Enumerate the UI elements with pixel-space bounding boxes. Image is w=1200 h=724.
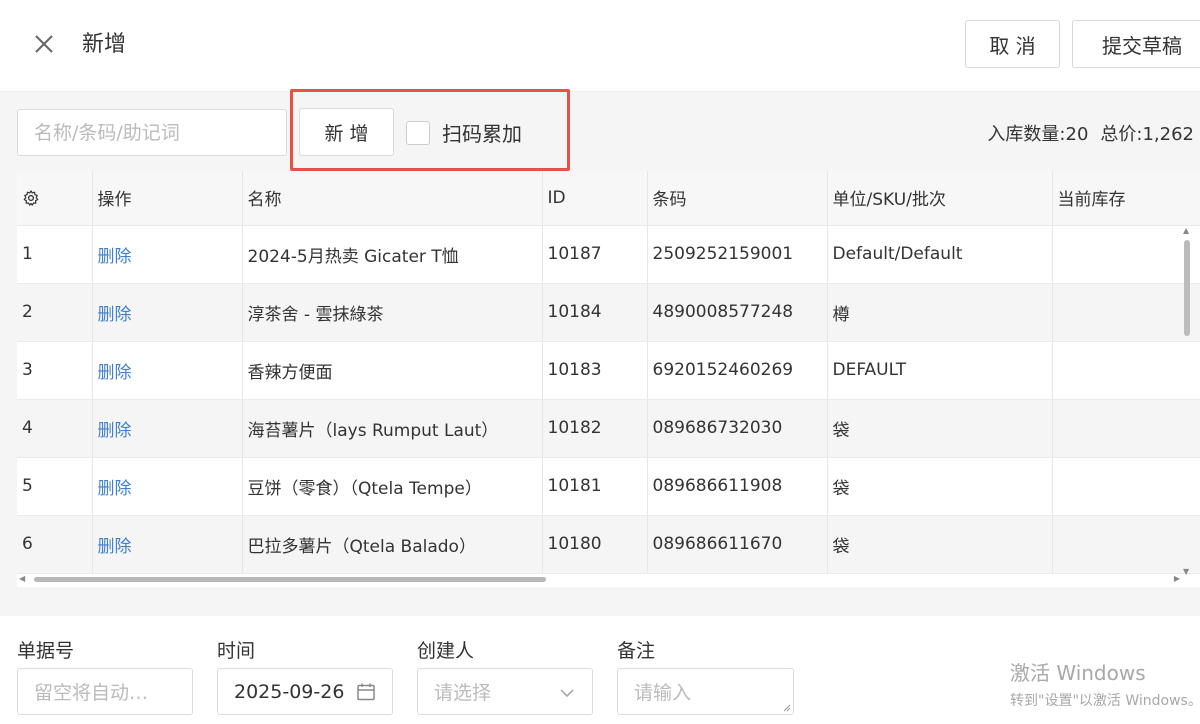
cancel-button[interactable]: 取 消: [965, 20, 1060, 68]
item-barcode: 089686732030: [647, 399, 828, 458]
column-settings[interactable]: [17, 171, 93, 226]
column-header-stock: 当前库存: [1052, 171, 1200, 226]
column-header-unit: 单位/SKU/批次: [827, 171, 1053, 226]
scroll-left-arrow-icon[interactable]: ◀: [19, 574, 25, 583]
item-unit: 袋: [827, 515, 1053, 574]
scan-accumulate-label: 扫码累加: [442, 122, 522, 146]
row-number: 3: [17, 341, 93, 400]
row-number: 1: [17, 225, 93, 284]
scroll-right-arrow-icon[interactable]: ▶: [1174, 574, 1180, 583]
row-number: 2: [17, 283, 93, 342]
time-label: 时间: [217, 640, 256, 662]
item-unit: 袋: [827, 457, 1053, 516]
column-header-operation: 操作: [92, 171, 243, 226]
table-row: 2 删除 淳茶舍 - 雲抹綠茶 10184 4890008577248 樽 1: [17, 283, 1200, 342]
scroll-down-arrow-icon[interactable]: ▼: [1183, 567, 1189, 576]
scan-accumulate-checkbox[interactable]: [406, 120, 430, 145]
item-barcode: 2509252159001: [647, 225, 828, 284]
items-table: 操作 名称 ID 条码 单位/SKU/批次 当前库存 1 删除 2024-5月热…: [17, 171, 1200, 587]
item-id: 10181: [542, 457, 648, 516]
item-barcode: 089686611670: [647, 515, 828, 574]
submit-draft-button[interactable]: 提交草稿: [1072, 20, 1200, 68]
item-stock: [1052, 399, 1200, 458]
item-id: 10182: [542, 399, 648, 458]
search-input[interactable]: [17, 109, 287, 156]
table-header-row: 操作 名称 ID 条码 单位/SKU/批次 当前库存: [17, 171, 1200, 226]
page-title: 新增: [82, 32, 127, 57]
doc-number-label: 单据号: [17, 640, 75, 662]
delete-link[interactable]: 删除: [92, 399, 243, 458]
gear-icon[interactable]: [22, 189, 40, 207]
delete-link[interactable]: 删除: [92, 341, 243, 400]
item-name: 海苔薯片（lays Rumput Laut）: [242, 399, 543, 458]
item-barcode: 4890008577248: [647, 283, 828, 342]
quantity-summary: 入库数量:20: [987, 124, 1089, 145]
note-label: 备注: [617, 640, 656, 662]
summary: 入库数量:20 总价:1,262: [987, 120, 1194, 146]
scan-accumulate-toggle[interactable]: 扫码累加: [406, 118, 522, 147]
creator-label: 创建人: [417, 640, 475, 662]
item-id: 10187: [542, 225, 648, 284]
table-row: 1 删除 2024-5月热卖 Gicater T恤 10187 25092521…: [17, 225, 1200, 284]
vertical-scroll-thumb[interactable]: [1184, 240, 1190, 336]
horizontal-scroll-thumb[interactable]: [34, 577, 546, 582]
resize-handle-icon[interactable]: [781, 702, 791, 712]
scroll-up-arrow-icon[interactable]: ▲: [1183, 226, 1189, 235]
note-placeholder: 请输入: [634, 682, 692, 704]
calendar-icon[interactable]: [356, 682, 376, 702]
close-icon[interactable]: [30, 30, 58, 58]
item-id: 10184: [542, 283, 648, 342]
row-number: 4: [17, 399, 93, 458]
date-field[interactable]: 2025-09-26: [217, 668, 393, 715]
table-row: 6 删除 巴拉多薯片（Qtela Balado） 10180 089686611…: [17, 515, 1200, 574]
item-id: 10180: [542, 515, 648, 574]
item-stock: [1052, 515, 1200, 574]
item-stock: 1: [1052, 283, 1200, 342]
total-price-summary: 总价:1,262: [1100, 124, 1194, 145]
item-name: 豆饼（零食）（Qtela Tempe）: [242, 457, 543, 516]
row-number: 5: [17, 457, 93, 516]
item-unit: 樽: [827, 283, 1053, 342]
horizontal-scrollbar[interactable]: ◀ ▶: [17, 573, 1182, 585]
item-barcode: 6920152460269: [647, 341, 828, 400]
watermark-subtitle: 转到"设置"以激活 Windows。: [1010, 693, 1200, 709]
column-header-barcode: 条码: [647, 171, 828, 226]
item-barcode: 089686611908: [647, 457, 828, 516]
chevron-down-icon: [560, 689, 574, 698]
item-unit: DEFAULT: [827, 341, 1053, 400]
item-name: 巴拉多薯片（Qtela Balado）: [242, 515, 543, 574]
item-name: 淳茶舍 - 雲抹綠茶: [242, 283, 543, 342]
item-name: 香辣方便面: [242, 341, 543, 400]
delete-link[interactable]: 删除: [92, 283, 243, 342]
header-bar: 新增 取 消 提交草稿: [0, 0, 1200, 92]
column-header-name: 名称: [242, 171, 543, 226]
column-header-id: ID: [542, 171, 648, 226]
creator-select[interactable]: 请选择: [417, 668, 593, 715]
item-stock: [1052, 341, 1200, 400]
item-id: 10183: [542, 341, 648, 400]
delete-link[interactable]: 删除: [92, 225, 243, 284]
item-stock: [1052, 225, 1200, 284]
creator-placeholder: 请选择: [434, 682, 492, 704]
table-row: 5 删除 豆饼（零食）（Qtela Tempe） 10181 089686611…: [17, 457, 1200, 516]
item-unit: 袋: [827, 399, 1053, 458]
delete-link[interactable]: 删除: [92, 515, 243, 574]
table-row: 3 删除 香辣方便面 10183 6920152460269 DEFAULT: [17, 341, 1200, 400]
item-name: 2024-5月热卖 Gicater T恤: [242, 225, 543, 284]
vertical-scrollbar[interactable]: ▲ ▼: [1182, 226, 1192, 576]
add-item-button[interactable]: 新 增: [299, 108, 394, 156]
delete-link[interactable]: 删除: [92, 457, 243, 516]
date-value: 2025-09-26: [234, 680, 345, 703]
table-row: 4 删除 海苔薯片（lays Rumput Laut） 10182 089686…: [17, 399, 1200, 458]
row-number: 6: [17, 515, 93, 574]
doc-number-field[interactable]: 留空将自动…: [17, 668, 193, 715]
item-unit: Default/Default: [827, 225, 1053, 284]
item-stock: [1052, 457, 1200, 516]
watermark-title: 激活 Windows: [1010, 661, 1146, 685]
activation-watermark: 激活 Windows 转到"设置"以激活 Windows。: [1010, 657, 1200, 710]
note-textarea[interactable]: 请输入: [617, 668, 794, 715]
